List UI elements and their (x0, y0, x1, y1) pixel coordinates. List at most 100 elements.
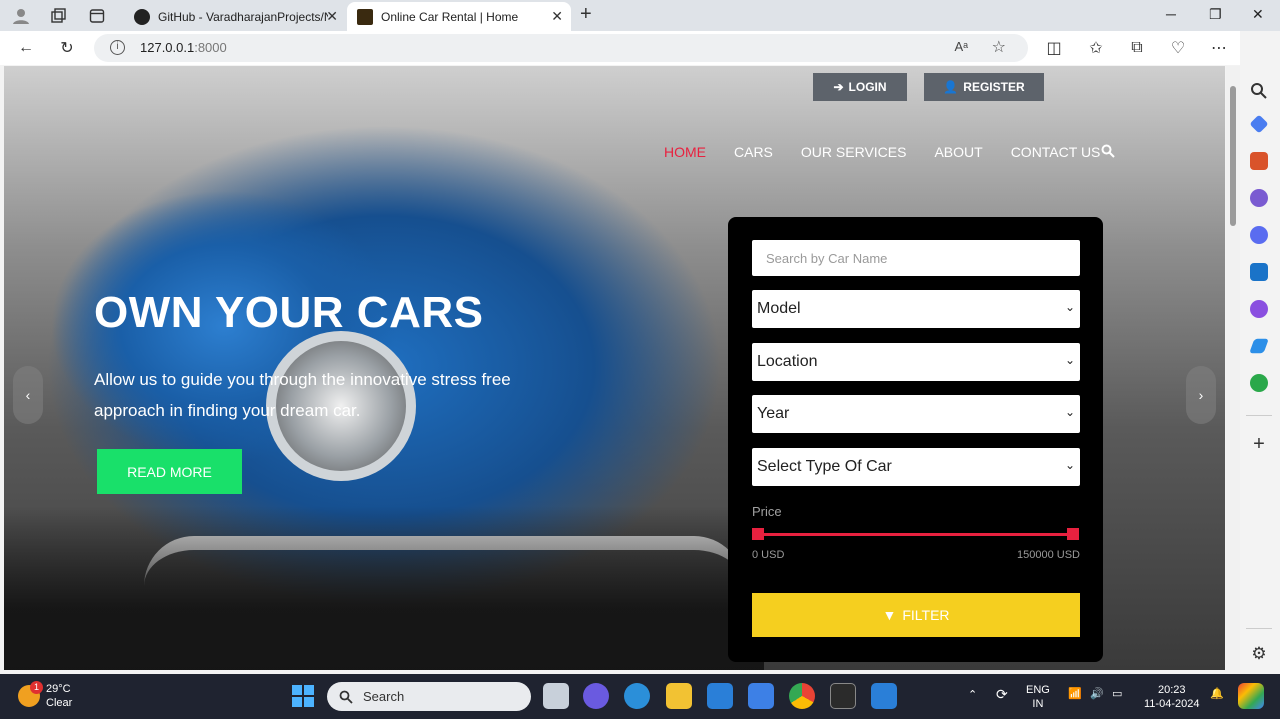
hero-title: OWN YOUR CARS (94, 288, 484, 337)
battery-icon[interactable]: ▭ (1112, 687, 1122, 701)
chevron-down-icon: ⌄ (1064, 300, 1075, 314)
task-view-icon[interactable] (543, 683, 569, 709)
favorites-icon[interactable]: ✩ (1085, 37, 1107, 59)
tab-online-car-rental[interactable]: Online Car Rental | Home ✕ (347, 2, 571, 31)
copilot-taskbar-icon[interactable] (1238, 683, 1264, 709)
register-button[interactable]: 👤 REGISTER (924, 73, 1044, 101)
tab-actions-icon[interactable] (86, 5, 108, 27)
language-indicator[interactable]: ENG IN (1026, 683, 1050, 711)
close-tab-icon[interactable]: ✕ (326, 8, 338, 25)
weather-temp: 29°C (46, 683, 71, 695)
tree-icon[interactable] (1250, 374, 1268, 392)
chevron-down-icon: ⌄ (1064, 405, 1075, 419)
restore-icon[interactable]: ❐ (1209, 6, 1222, 23)
scrollbar-thumb[interactable] (1230, 86, 1236, 226)
vscode-icon[interactable] (871, 683, 897, 709)
nav-search-icon[interactable] (1101, 144, 1115, 162)
browser-tab-bar: GitHub - VaradharajanProjects/N ✕ Online… (0, 0, 1280, 31)
favorite-star-icon[interactable]: ☆ (992, 37, 1006, 57)
more-menu-icon[interactable]: ⋯ (1208, 37, 1230, 59)
hero-shadow (4, 506, 764, 670)
tab-github[interactable]: GitHub - VaradharajanProjects/N ✕ (124, 2, 346, 31)
microsoft365-icon[interactable] (1250, 226, 1268, 244)
edge-browser-icon[interactable] (624, 683, 650, 709)
send-icon[interactable] (1249, 338, 1269, 354)
site-favicon-icon (357, 8, 373, 25)
file-explorer-icon[interactable] (666, 683, 692, 709)
price-slider-track[interactable] (758, 533, 1072, 536)
clock[interactable]: 20:23 11-04-2024 (1144, 683, 1199, 711)
location-select[interactable]: Location ⌄ (752, 343, 1080, 381)
meet-chat-icon[interactable] (583, 683, 609, 709)
chrome-icon[interactable] (789, 683, 815, 709)
taskbar-search-box[interactable]: Search (327, 682, 531, 711)
search-icon (339, 690, 353, 704)
split-screen-icon[interactable]: ◫ (1043, 37, 1065, 59)
car-filter-panel: Search by Car Name Model ⌄ Location ⌄ Year… (728, 217, 1103, 662)
back-icon[interactable]: ← (15, 37, 37, 59)
read-aloud-icon[interactable]: Aᵃ (954, 39, 968, 54)
new-tab-icon[interactable]: + (580, 3, 592, 26)
close-window-icon[interactable]: ✕ (1252, 6, 1264, 23)
car-name-search-input[interactable]: Search by Car Name (752, 240, 1080, 276)
collections-toolbar-icon[interactable]: ⧉ (1126, 37, 1148, 59)
nav-home[interactable]: HOME (664, 144, 706, 160)
start-windows-icon[interactable] (292, 685, 314, 707)
weather-sun-icon: 1 (18, 681, 43, 707)
select-value: Select Type Of Car (757, 458, 892, 475)
refresh-icon[interactable]: ↻ (56, 37, 78, 59)
price-min-handle[interactable] (752, 528, 764, 540)
carousel-prev-icon[interactable]: ‹ (13, 366, 43, 424)
weather-condition: Clear (46, 697, 73, 709)
nav-contact-us[interactable]: CONTACT US (1011, 144, 1101, 160)
games-icon[interactable] (1250, 189, 1268, 207)
settings-gear-icon[interactable]: ⚙ (1250, 645, 1268, 663)
browser-essentials-icon[interactable]: ♡ (1167, 37, 1189, 59)
search-icon[interactable] (1250, 82, 1268, 100)
minimize-icon[interactable]: ─ (1166, 6, 1176, 22)
hero-description: Allow us to guide you through the innova… (94, 370, 511, 420)
page-scrollbar[interactable] (1226, 66, 1240, 670)
profile-icon[interactable] (10, 5, 32, 27)
region-code: IN (1032, 698, 1044, 710)
close-tab-icon[interactable]: ✕ (551, 8, 563, 25)
info-icon[interactable]: i (110, 40, 125, 55)
github-icon (134, 8, 150, 25)
main-nav: HOME CARS OUR SERVICES ABOUT CONTACT US (664, 144, 1100, 160)
outlook-icon[interactable] (1250, 263, 1268, 281)
add-icon[interactable]: + (1250, 434, 1268, 454)
login-button[interactable]: ➔ LOGIN (813, 73, 907, 101)
wifi-icon[interactable]: 📶 (1068, 687, 1082, 701)
shopping-tag-icon[interactable] (1249, 114, 1269, 134)
url-text[interactable]: 127.0.0.1:8000 (140, 40, 227, 55)
carousel-next-icon[interactable]: › (1186, 366, 1216, 424)
select-value: Year (757, 405, 790, 422)
todo-check-icon[interactable] (748, 683, 774, 709)
nav-our-services[interactable]: OUR SERVICES (801, 144, 907, 160)
read-more-button[interactable]: READ MORE (97, 449, 242, 494)
mysql-workbench-icon[interactable] (707, 683, 733, 709)
collections-icon[interactable] (47, 5, 69, 27)
sync-icon[interactable]: ⟳ (996, 687, 1008, 701)
show-hidden-icons-icon[interactable]: ⌃ (968, 688, 977, 702)
login-icon: ➔ (833, 80, 844, 94)
weather-widget[interactable]: 1 29°C Clear (18, 681, 73, 710)
nav-cars[interactable]: CARS (734, 144, 773, 160)
year-select[interactable]: Year ⌄ (752, 395, 1080, 433)
filter-button[interactable]: ▼ FILTER (752, 593, 1080, 637)
designer-icon[interactable] (1250, 300, 1268, 318)
sidebar-divider (1246, 628, 1272, 629)
clock-date: 11-04-2024 (1144, 698, 1200, 710)
nav-about[interactable]: ABOUT (934, 144, 982, 160)
price-max-handle[interactable] (1067, 528, 1079, 540)
terminal-icon[interactable] (830, 683, 856, 709)
volume-icon[interactable]: 🔊 (1090, 687, 1104, 701)
register-label: REGISTER (963, 80, 1025, 94)
chevron-down-icon: ⌄ (1064, 458, 1075, 472)
model-select[interactable]: Model ⌄ (752, 290, 1080, 328)
address-bar[interactable]: i 127.0.0.1:8000 Aᵃ ☆ (94, 34, 1028, 62)
notification-bell-icon[interactable]: 🔔 (1210, 687, 1224, 701)
tools-icon[interactable] (1250, 152, 1268, 170)
car-type-select[interactable]: Select Type Of Car ⌄ (752, 448, 1080, 486)
select-value: Model (757, 300, 801, 317)
